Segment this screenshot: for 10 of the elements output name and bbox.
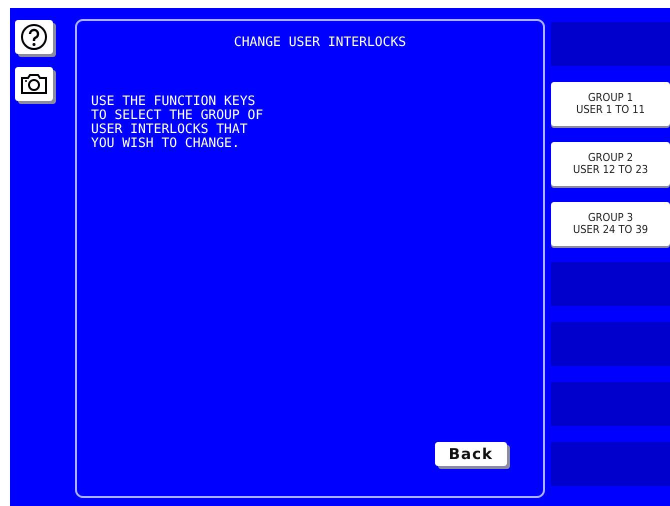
function-key[interactable]: GROUP 1 USER 1 TO 11 <box>551 82 670 126</box>
instruction-text: USE THE FUNCTION KEYS TO SELECT THE GROUP OF USER INTERLOCKS THAT YOU WISH TO CHANGE. <box>91 95 264 151</box>
camera-button[interactable] <box>15 67 53 101</box>
help-button[interactable] <box>15 20 53 54</box>
function-key[interactable]: GROUP 3 USER 24 TO 39 <box>551 202 670 246</box>
screen-title: CHANGE USER INTERLOCKS <box>232 35 408 50</box>
function-key[interactable]: GROUP 2 USER 12 TO 23 <box>551 142 670 186</box>
camera-icon <box>19 72 49 96</box>
help-icon <box>20 23 48 51</box>
back-button[interactable]: Back <box>434 442 507 466</box>
